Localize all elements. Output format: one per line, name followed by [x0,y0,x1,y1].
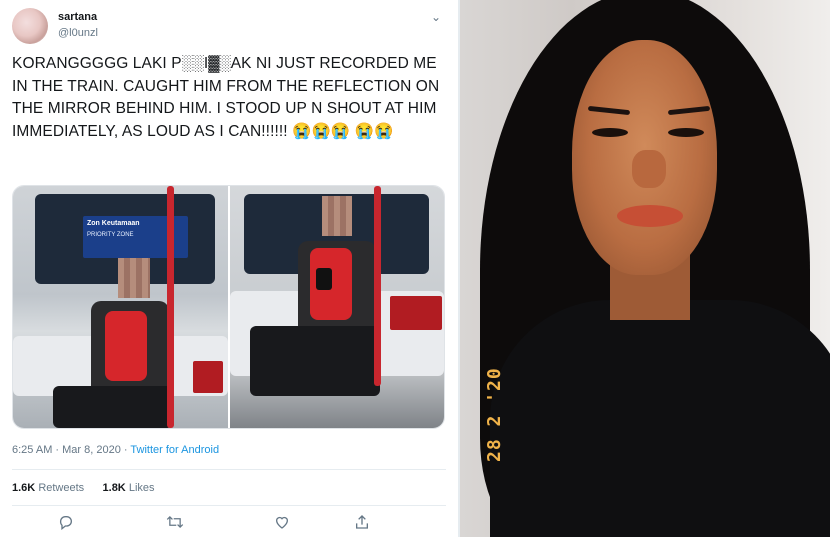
tweet-meta: 6:25 AM · Mar 8, 2020 · Twitter for Andr… [12,444,219,456]
blurred-face [118,258,150,298]
right-eye [668,128,704,137]
tweet-text: KORANGGGGG LAKI P░░I▓░AK NI JUST RECORDE… [12,55,440,140]
red-backpack [105,311,147,381]
reply-icon[interactable] [58,514,74,534]
tweet-card: sartana @l0unzl ⌄ KORANGGGGG LAKI P░░I▓░… [0,0,458,537]
likes-stat[interactable]: 1.8K Likes [103,482,155,494]
avatar[interactable] [12,8,48,44]
chevron-down-icon[interactable]: ⌄ [431,10,441,24]
sweater [490,300,830,537]
tweet-stats: 1.6K Retweets 1.8K Likes [12,482,155,494]
likes-count: 1.8K [102,482,126,494]
train-photo-left[interactable]: Zon Keutamaan PRIORITY ZONE [13,186,228,428]
blurred-face [322,196,352,236]
date-stamp-text: 28 2 '20 [484,367,505,462]
likes-label: Likes [128,482,155,494]
accessibility-sign [390,296,442,330]
left-eye [592,128,628,137]
zone-label: Zon Keutamaan [87,220,140,227]
date-stamp: 28 2 '20 [484,362,505,462]
priority-label: PRIORITY ZONE [87,232,134,238]
divider [12,505,446,506]
person-legs [250,326,380,396]
meta-separator: · [120,444,131,456]
timestamp[interactable]: 6:25 AM · Mar 8, 2020 [12,444,121,456]
tweet-media[interactable]: Zon Keutamaan PRIORITY ZONE [12,185,445,429]
train-photo-right[interactable] [230,186,444,428]
divider [12,469,446,470]
lips [617,205,683,227]
retweets-stat[interactable]: 1.6K Retweets [12,482,84,494]
retweets-count: 1.6K [12,482,36,494]
accessibility-sign [193,361,223,393]
phone [316,268,332,290]
user-handle[interactable]: @l0unzl [58,27,98,39]
retweet-icon[interactable] [166,514,184,534]
handrail-pole [167,186,174,428]
tweet-actions [0,512,458,537]
person-legs [53,386,173,428]
heart-icon[interactable] [274,514,290,534]
retweets-label: Retweets [38,482,85,494]
display-name[interactable]: sartana [58,11,97,23]
source-link[interactable]: Twitter for Android [130,444,219,456]
nose [632,150,666,188]
share-icon[interactable] [354,514,370,534]
handrail-pole [374,186,381,386]
selfie-photo [460,0,830,537]
